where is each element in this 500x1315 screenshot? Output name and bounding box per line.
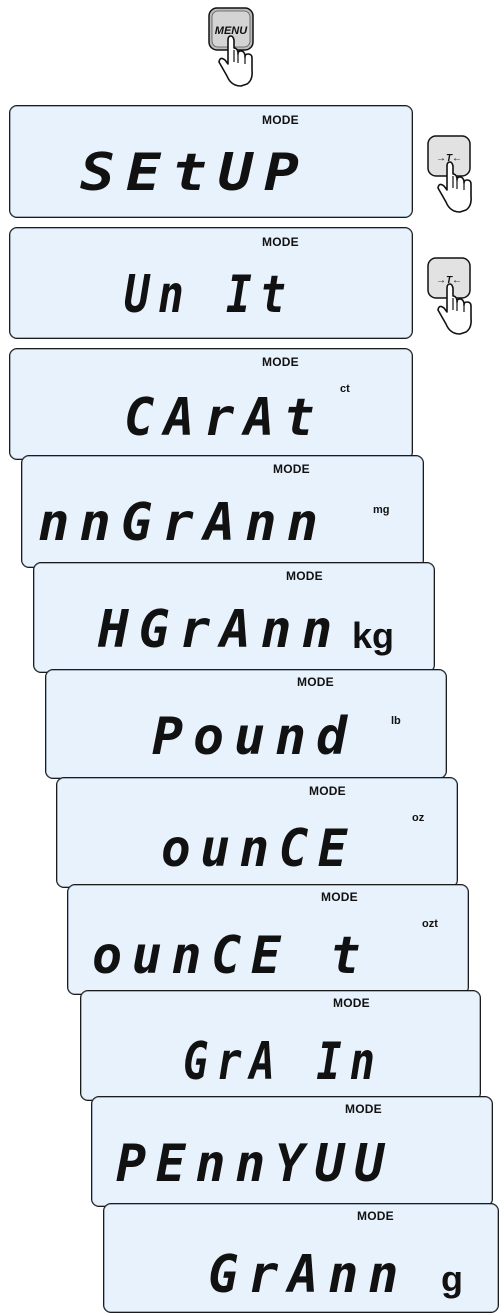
- svg-text:ounCE: ounCE: [161, 819, 357, 879]
- mode-indicator: MODE: [273, 462, 310, 476]
- display-panel-grain: MODE GrA In: [80, 990, 481, 1101]
- mode-indicator: MODE: [262, 235, 299, 249]
- svg-text:GrAnn: GrAnn: [208, 1245, 408, 1305]
- display-panel-carat: MODE ct CArAt: [9, 348, 413, 460]
- unit-label: kg: [352, 615, 395, 656]
- lcd-text: GrAnn: [208, 1245, 408, 1305]
- unit-label: g: [441, 1258, 463, 1299]
- display-panel-setup: MODE SEtUP: [9, 105, 413, 218]
- display-panel-mgram: MODE mg nnGrAnn: [21, 455, 424, 568]
- svg-text:Pound: Pound: [152, 707, 357, 767]
- mode-indicator: MODE: [286, 569, 323, 583]
- lcd-text: Un It: [124, 265, 294, 325]
- display-panel-ounce: MODE oz ounCE: [56, 777, 458, 888]
- lcd-text: Pound: [152, 707, 357, 767]
- svg-text:HGrAnn: HGrAnn: [97, 600, 342, 660]
- lcd-text: SEtUP: [80, 143, 310, 203]
- tare-key-1[interactable]: →T←: [425, 130, 477, 218]
- svg-text:Un It: Un It: [124, 265, 294, 325]
- display-panel-kgram: MODE kg HGrAnn: [33, 562, 435, 673]
- svg-text:SEtUP: SEtUP: [80, 143, 310, 203]
- mode-indicator: MODE: [309, 784, 346, 798]
- display-panel-unit: MODE Un It: [9, 227, 413, 339]
- lcd-text: nnGrAnn: [38, 493, 328, 553]
- display-panel-gram: MODE g GrAnn: [103, 1203, 499, 1313]
- svg-text:GrA In: GrA In: [183, 1032, 383, 1092]
- display-panel-ounce-troy: MODE ozt ounCE t: [67, 884, 469, 995]
- unit-label: mg: [373, 504, 390, 516]
- svg-text:PEnnYUU: PEnnYUU: [116, 1134, 394, 1194]
- svg-text:nnGrAnn: nnGrAnn: [38, 493, 328, 553]
- menu-key-label: MENU: [215, 25, 248, 37]
- mode-indicator: MODE: [345, 1102, 382, 1116]
- lcd-text: ounCE: [161, 819, 357, 879]
- lcd-text: PEnnYUU: [116, 1134, 394, 1194]
- mode-indicator: MODE: [333, 996, 370, 1010]
- lcd-text: ounCE t: [92, 926, 370, 986]
- unit-label: ozt: [422, 918, 438, 930]
- menu-key[interactable]: MENU: [207, 6, 257, 90]
- mode-indicator: MODE: [262, 355, 299, 369]
- mode-indicator: MODE: [357, 1209, 394, 1223]
- mode-indicator: MODE: [321, 890, 358, 904]
- svg-text:ounCE t: ounCE t: [92, 926, 370, 986]
- display-panel-pound: MODE lb Pound: [45, 669, 447, 779]
- lcd-text: GrA In: [183, 1032, 383, 1092]
- mode-indicator: MODE: [262, 113, 299, 127]
- unit-label: lb: [391, 715, 401, 727]
- lcd-text: HGrAnn: [97, 600, 342, 660]
- display-panel-pennyweight: MODE PEnnYUU: [91, 1096, 493, 1207]
- unit-label: oz: [412, 812, 425, 824]
- lcd-text: CArAt: [124, 388, 324, 448]
- mode-indicator: MODE: [297, 675, 334, 689]
- svg-text:CArAt: CArAt: [124, 388, 324, 448]
- tare-key-2[interactable]: →T←: [425, 252, 477, 340]
- unit-label: ct: [340, 383, 350, 395]
